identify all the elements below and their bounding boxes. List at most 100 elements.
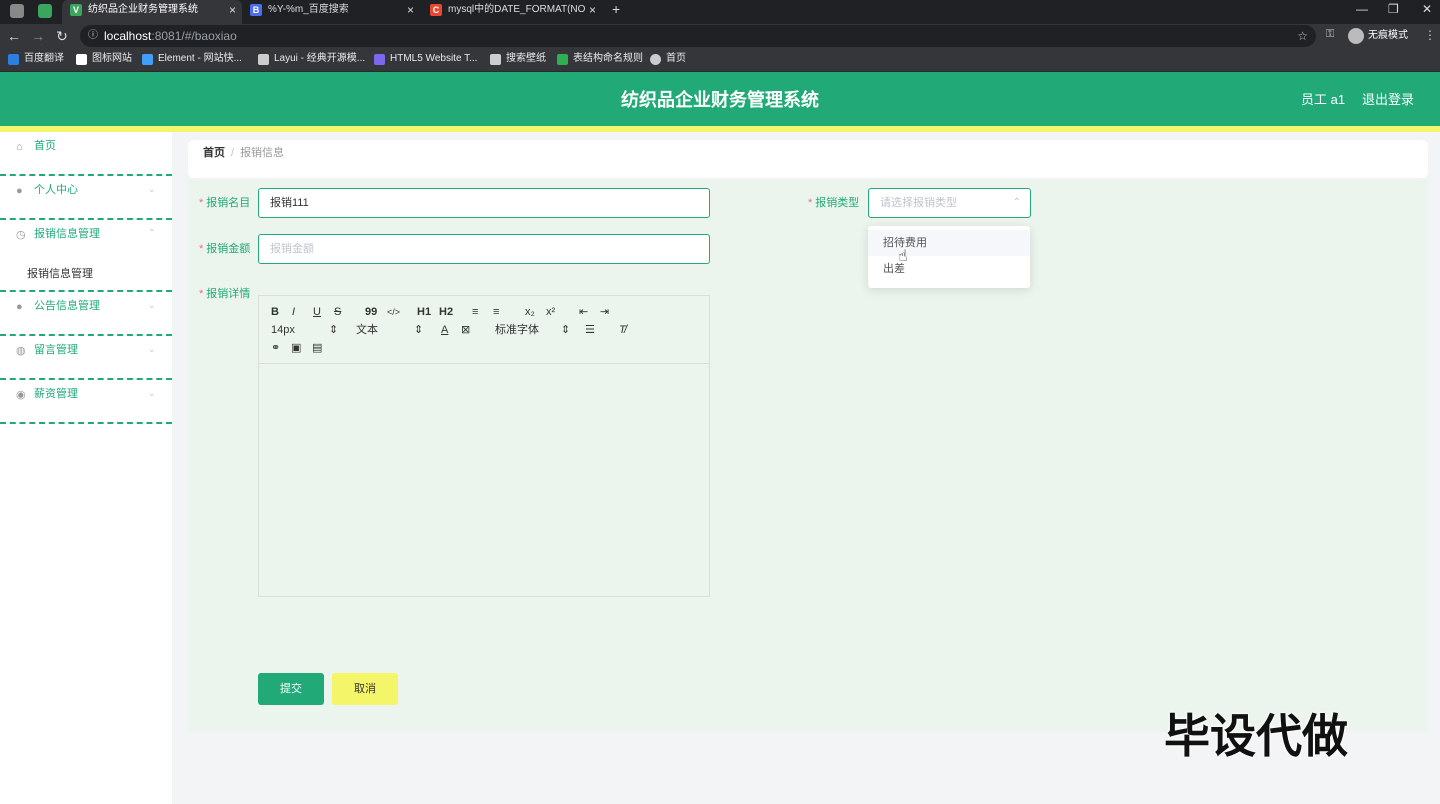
bookmark-item[interactable]: 百度翻译: [8, 48, 64, 72]
align-icon[interactable]: ☰: [585, 323, 595, 337]
bookmark-item[interactable]: HTML5 Website T...: [374, 48, 477, 72]
bookmark-label: 表结构命名规则: [573, 53, 643, 64]
font-family-select[interactable]: 标准字体 ⇕: [495, 323, 570, 337]
bookmark-item[interactable]: Layui - 经典开源模...: [258, 48, 365, 72]
submit-button[interactable]: 提交: [258, 673, 324, 705]
superscript-button[interactable]: x²: [546, 305, 555, 319]
sheet-icon: [557, 54, 568, 65]
bookmark-label: Element - 网站快...: [158, 53, 242, 64]
expense-type-placeholder: 请选择报销类型: [880, 197, 957, 209]
link-icon[interactable]: ⚭: [271, 341, 280, 355]
sidebar-item-label: 薪资管理: [34, 388, 78, 400]
incognito-indicator[interactable]: 无痕模式: [1348, 27, 1408, 45]
home-icon: ⌂: [16, 141, 23, 153]
sidebar-item-label: 公告信息管理: [34, 300, 100, 312]
bookmark-item[interactable]: Element - 网站快...: [142, 48, 242, 72]
sidebar-item-salary[interactable]: ◉ 薪资管理 ⌄: [0, 380, 172, 424]
font-size-select[interactable]: 14px ⇕: [271, 323, 338, 337]
background-color-icon[interactable]: ⊠: [461, 323, 470, 337]
close-icon[interactable]: ×: [407, 0, 414, 20]
dropdown-option[interactable]: 招待费用: [868, 230, 1030, 256]
expense-name-input[interactable]: 报销111: [258, 188, 710, 218]
strike-button[interactable]: S: [334, 305, 341, 319]
breadcrumb-home[interactable]: 首页: [203, 147, 225, 159]
bookmark-label: Layui - 经典开源模...: [274, 53, 366, 64]
browser-menu-icon[interactable]: [10, 4, 24, 18]
key-icon[interactable]: ⚿: [1326, 28, 1334, 41]
dropdown-option[interactable]: 出差: [868, 256, 1030, 282]
window-close-icon[interactable]: ✕: [1422, 0, 1432, 18]
expense-name-label: * 报销名目: [199, 197, 251, 209]
incognito-label: 无痕模式: [1368, 30, 1408, 41]
h1-button[interactable]: H1: [417, 305, 431, 319]
editor-toolbar: B I U S 99 </> H1 H2 ≡ ≡ x₂ x² ⇤ ⇥ 14px ⇕…: [259, 296, 709, 364]
clock-icon: ◷: [16, 229, 26, 241]
clear-format-icon[interactable]: T̸: [619, 323, 626, 337]
html5-icon: [374, 54, 385, 65]
editor-content-area[interactable]: [259, 364, 709, 596]
bookmarks-bar: 百度翻译 图标网站 Element - 网站快... Layui - 经典开源模…: [0, 48, 1440, 72]
chevron-up-icon: ⌃: [147, 228, 156, 239]
app-header: 纺织品企业财务管理系统 员工 a1 退出登录: [0, 72, 1440, 126]
expense-type-select[interactable]: 请选择报销类型 ⌃: [868, 188, 1031, 218]
bookmark-item[interactable]: 图标网站: [76, 48, 132, 72]
sidebar-item-messages[interactable]: ◍ 留言管理 ⌄: [0, 336, 172, 380]
cancel-button[interactable]: 取消: [332, 673, 398, 705]
tab-mysql[interactable]: C mysql中的DATE_FORMAT(NO ×: [422, 0, 602, 24]
bookmark-star-icon[interactable]: ☆: [1297, 25, 1308, 47]
sidebar-item-label: 个人中心: [34, 184, 78, 196]
chevron-up-icon: ⌃: [1012, 197, 1021, 208]
location-icon: ◉: [16, 389, 26, 401]
reload-icon[interactable]: ↻: [52, 26, 72, 46]
subscript-button[interactable]: x₂: [525, 305, 535, 319]
blockquote-button[interactable]: 99: [365, 305, 377, 319]
heading-select[interactable]: 文本 ⇕: [356, 323, 423, 337]
logout-button[interactable]: 退出登录: [1362, 72, 1414, 128]
expense-amount-input[interactable]: 报销金额: [258, 234, 710, 264]
baidu-icon: B: [250, 4, 262, 16]
minimize-icon[interactable]: —: [1356, 0, 1368, 18]
watermark-text: 毕设代做: [1164, 709, 1348, 763]
indent-button[interactable]: ⇥: [600, 305, 609, 319]
sidebar-subitem-expense[interactable]: 报销信息管理: [0, 260, 172, 288]
sidebar-group-expense: ◷ 报销信息管理 ⌃ 报销信息管理: [0, 220, 172, 292]
sidebar-item-profile[interactable]: ● 个人中心 ⌄: [0, 176, 172, 220]
close-icon[interactable]: ×: [589, 0, 596, 20]
bullet-list-button[interactable]: ≡: [493, 305, 499, 319]
new-tab-button[interactable]: +: [612, 0, 620, 18]
browser-menu-kebab-icon[interactable]: ⋮: [1424, 28, 1436, 42]
pinned-tab-icon[interactable]: [38, 4, 52, 18]
sidebar-item-notice[interactable]: ● 公告信息管理 ⌄: [0, 292, 172, 336]
h2-button[interactable]: H2: [439, 305, 453, 319]
ordered-list-button[interactable]: ≡: [472, 305, 478, 319]
bookmark-item[interactable]: 表结构命名规则: [557, 48, 643, 72]
bookmark-item[interactable]: 首页: [650, 48, 686, 72]
tab-title: mysql中的DATE_FORMAT(NO: [448, 4, 586, 15]
video-icon[interactable]: ▤: [312, 341, 322, 355]
outdent-button[interactable]: ⇤: [579, 305, 588, 319]
tab-finance-system[interactable]: V 纺织品企业财务管理系统 ×: [62, 0, 242, 24]
font-color-icon[interactable]: A: [441, 323, 448, 337]
vue-icon: V: [70, 4, 82, 16]
close-icon[interactable]: ×: [229, 0, 236, 20]
restore-icon[interactable]: ❐: [1388, 0, 1399, 18]
italic-button[interactable]: I: [292, 305, 295, 319]
rich-text-editor[interactable]: B I U S 99 </> H1 H2 ≡ ≡ x₂ x² ⇤ ⇥ 14px ⇕…: [258, 295, 710, 597]
info-icon[interactable]: ⓘ: [88, 25, 98, 47]
bookmark-item[interactable]: 搜索壁纸: [490, 48, 546, 72]
back-icon[interactable]: ←: [4, 26, 24, 46]
sidebar-item-home[interactable]: ⌂ 首页: [0, 132, 172, 176]
forward-icon[interactable]: →: [28, 26, 48, 46]
bold-button[interactable]: B: [271, 305, 279, 319]
tab-baidu-search[interactable]: B %Y-%m_百度搜索 ×: [242, 0, 420, 24]
code-block-button[interactable]: </>: [387, 305, 400, 319]
breadcrumb-current: 报销信息: [240, 147, 285, 159]
chevron-down-icon: ⌄: [147, 300, 156, 311]
url-input[interactable]: ⓘ localhost:8081/#/baoxiao ☆: [80, 25, 1316, 47]
app-title: 纺织品企业财务管理系统: [621, 90, 819, 110]
csdn-icon: C: [430, 4, 442, 16]
breadcrumb-separator: /: [231, 147, 235, 159]
image-icon[interactable]: ▣: [291, 341, 301, 355]
sidebar-item-expense[interactable]: ◷ 报销信息管理 ⌃: [0, 220, 172, 264]
underline-button[interactable]: U: [313, 305, 321, 319]
